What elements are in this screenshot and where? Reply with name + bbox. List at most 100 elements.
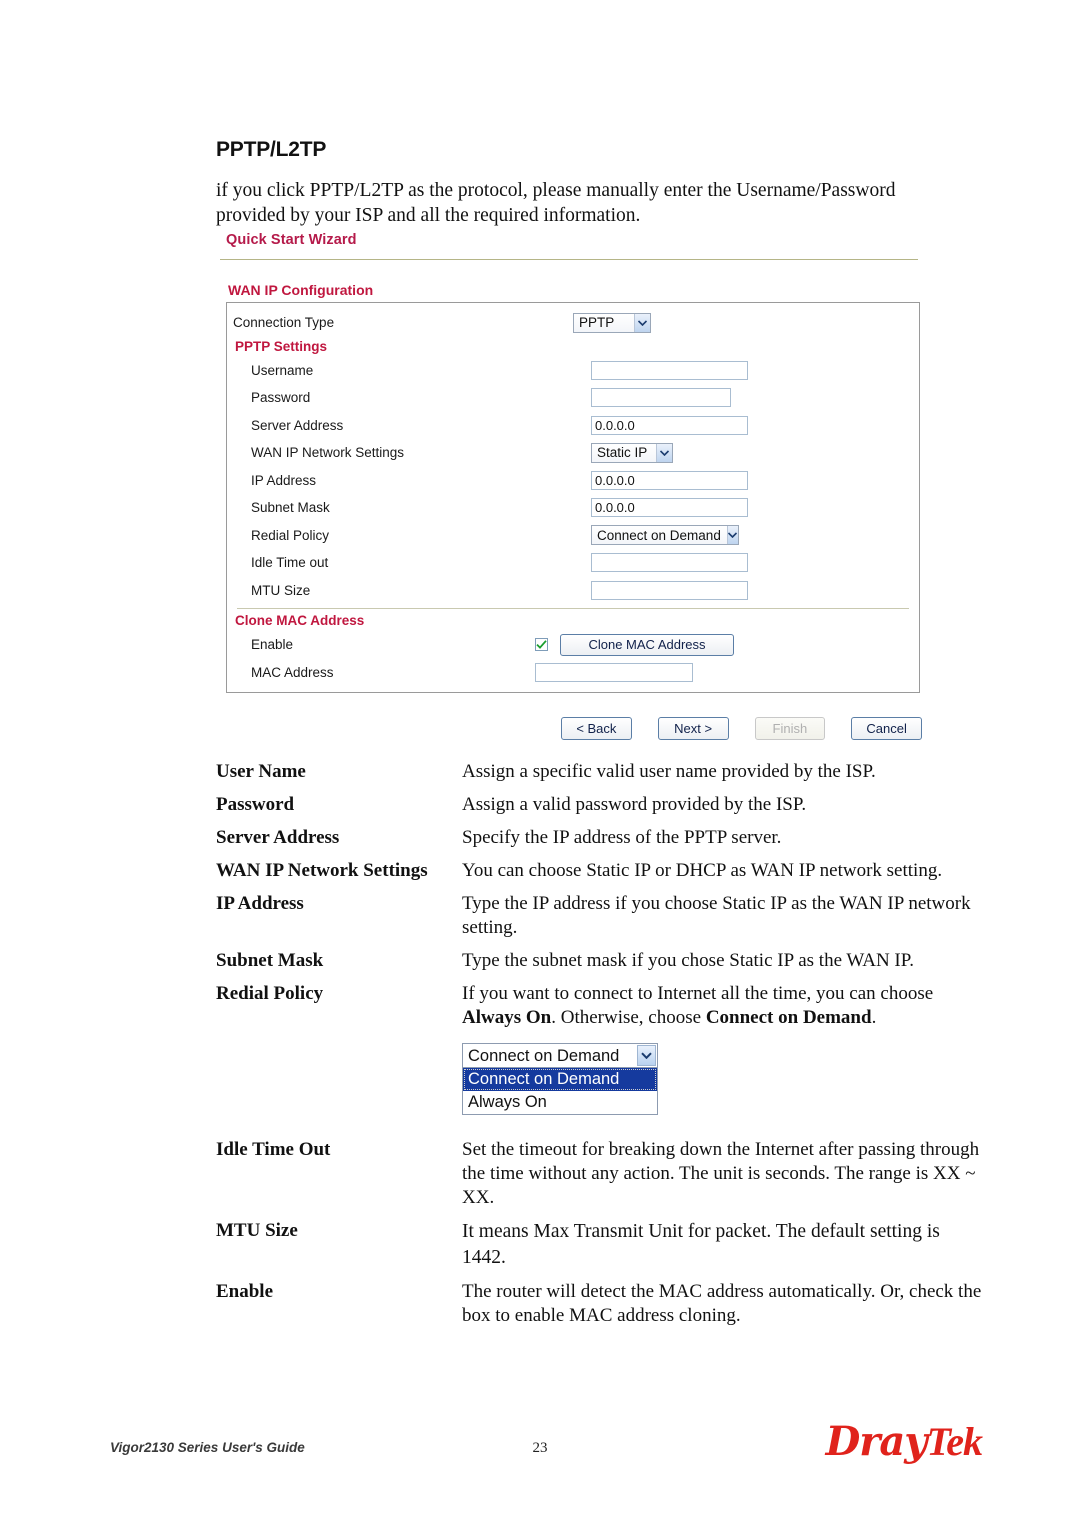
chevron-down-icon bbox=[656, 443, 672, 462]
subnet-mask-input[interactable]: 0.0.0.0 bbox=[591, 498, 748, 518]
definition-desc: Set the timeout for breaking down the In… bbox=[462, 1139, 980, 1208]
chevron-down-icon bbox=[637, 1045, 656, 1066]
clone-mac-enable-checkbox[interactable] bbox=[535, 638, 548, 652]
idle-time-out-label: Idle Time out bbox=[251, 555, 329, 571]
connection-type-label: Connection Type bbox=[233, 315, 335, 331]
redial-desc-part2: . Otherwise, choose bbox=[551, 1007, 706, 1028]
definition-desc-redial: If you want to connect to Internet all t… bbox=[462, 982, 986, 1127]
redial-policy-label: Redial Policy bbox=[251, 527, 330, 543]
page-footer: Vigor2130 Series User's Guide 23 DrayTek bbox=[0, 1418, 1080, 1492]
router-wizard-screenshot: Quick Start Wizard WAN IP Configuration … bbox=[216, 228, 922, 740]
connection-type-select[interactable]: PPTP bbox=[573, 312, 651, 333]
definition-row: WAN IP Network Settings You can choose S… bbox=[216, 859, 986, 883]
logo-dray-text: Dray bbox=[825, 1418, 928, 1465]
mtu-size-label: MTU Size bbox=[251, 582, 311, 598]
field-mtu-size: MTU Size bbox=[227, 577, 919, 605]
server-address-input[interactable]: 0.0.0.0 bbox=[591, 415, 748, 435]
intro-paragraph: if you click PPTP/L2TP as the protocol, … bbox=[216, 180, 896, 226]
definition-desc: Type the subnet mask if you chose Static… bbox=[462, 950, 914, 971]
definition-term: Idle Time Out bbox=[216, 1139, 331, 1160]
definition-term: Password bbox=[216, 794, 295, 815]
dropdown-option-connect-on-demand[interactable]: Connect on Demand bbox=[463, 1068, 657, 1091]
server-address-label: Server Address bbox=[251, 417, 344, 433]
clone-mac-address-heading: Clone MAC Address bbox=[235, 613, 365, 628]
idle-time-out-input[interactable] bbox=[591, 553, 748, 573]
definition-row: IP Address Type the IP address if you ch… bbox=[216, 892, 986, 940]
next-button[interactable]: Next > bbox=[657, 717, 729, 740]
definition-desc: Type the IP address if you choose Static… bbox=[462, 893, 971, 938]
definition-row: User Name Assign a specific valid user n… bbox=[216, 760, 986, 784]
field-mac-address: MAC Address bbox=[227, 659, 919, 687]
document-page: PPTP/L2TP if you click PPTP/L2TP as the … bbox=[0, 0, 1080, 1528]
redial-desc-part3: . bbox=[871, 1007, 877, 1028]
page-title: PPTP/L2TP bbox=[216, 138, 327, 161]
definition-term: User Name bbox=[216, 761, 306, 782]
definition-desc: It means Max Transmit Unit for packet. T… bbox=[462, 1221, 940, 1268]
redial-policy-select[interactable]: Connect on Demand bbox=[591, 525, 739, 546]
clone-mac-address-button[interactable]: Clone MAC Address bbox=[560, 633, 734, 656]
redial-desc-part1: If you want to connect to Internet all t… bbox=[462, 983, 934, 1004]
ip-address-input[interactable]: 0.0.0.0 bbox=[591, 470, 748, 490]
redial-dropdown-closed-box[interactable]: Connect on Demand bbox=[462, 1043, 658, 1068]
password-input[interactable] bbox=[591, 388, 731, 408]
chevron-down-icon bbox=[726, 526, 738, 545]
username-label: Username bbox=[251, 362, 314, 378]
back-button[interactable]: < Back bbox=[561, 717, 632, 740]
definition-desc: Specify the IP address of the PPTP serve… bbox=[462, 827, 782, 848]
pptp-settings-heading: PPTP Settings bbox=[235, 338, 328, 354]
username-input[interactable] bbox=[591, 360, 748, 380]
field-password: Password bbox=[227, 384, 919, 412]
definition-term: Enable bbox=[216, 1281, 274, 1302]
field-subnet-mask: Subnet Mask 0.0.0.0 bbox=[227, 494, 919, 522]
definition-desc: You can choose Static IP or DHCP as WAN … bbox=[462, 860, 943, 881]
field-ip-address: IP Address 0.0.0.0 bbox=[227, 467, 919, 495]
field-wan-ip-network-settings: WAN IP Network Settings Static IP bbox=[227, 439, 919, 467]
definition-term: Redial Policy bbox=[216, 983, 324, 1004]
mac-address-input[interactable] bbox=[535, 662, 693, 682]
wan-ip-configuration-heading: WAN IP Configuration bbox=[228, 282, 374, 298]
subnet-mask-label: Subnet Mask bbox=[251, 500, 330, 516]
chevron-down-icon bbox=[634, 313, 650, 332]
finish-button: Finish bbox=[754, 717, 826, 740]
ip-address-label: IP Address bbox=[251, 472, 317, 488]
wan-ip-configuration-panel: Connection Type PPTP PPTP Settings Usern… bbox=[226, 302, 920, 693]
definition-term: IP Address bbox=[216, 893, 304, 914]
redial-policy-dropdown-illustration: Connect on Demand Connect on Demand Alwa… bbox=[462, 1043, 658, 1115]
definition-desc: Assign a valid password provided by the … bbox=[462, 794, 807, 815]
definition-row: Subnet Mask Type the subnet mask if you … bbox=[216, 949, 986, 973]
definition-term: Subnet Mask bbox=[216, 950, 324, 971]
redial-dropdown-value: Connect on Demand bbox=[468, 1046, 620, 1065]
redial-desc-bold1: Always On bbox=[462, 1007, 552, 1028]
mtu-size-input[interactable] bbox=[591, 580, 748, 600]
wizard-nav-buttons: < Back Next > Finish Cancel bbox=[216, 693, 922, 740]
field-redial-policy: Redial Policy Connect on Demand bbox=[227, 522, 919, 550]
password-label: Password bbox=[251, 390, 311, 406]
field-server-address: Server Address 0.0.0.0 bbox=[227, 412, 919, 440]
wizard-title: Quick Start Wizard bbox=[226, 232, 357, 248]
field-description-list: User Name Assign a specific valid user n… bbox=[216, 760, 986, 1337]
connection-type-value: PPTP bbox=[579, 315, 615, 331]
field-idle-time-out: Idle Time out bbox=[227, 549, 919, 577]
panel-divider bbox=[237, 608, 909, 609]
definition-row: MTU Size It means Max Transmit Unit for … bbox=[216, 1219, 986, 1271]
wan-ip-network-settings-value: Static IP bbox=[597, 445, 648, 461]
field-clone-mac-enable: Enable Clone MAC Address bbox=[227, 631, 919, 659]
definition-term: MTU Size bbox=[216, 1220, 298, 1241]
cancel-button[interactable]: Cancel bbox=[851, 717, 922, 740]
definition-term: WAN IP Network Settings bbox=[216, 860, 428, 881]
logo-tek-text: Tek bbox=[926, 1419, 983, 1464]
redial-dropdown-option-list: Connect on Demand Always On bbox=[462, 1068, 658, 1115]
definition-term: Server Address bbox=[216, 827, 340, 848]
wan-ip-network-settings-select[interactable]: Static IP bbox=[591, 442, 673, 463]
definition-row: Server Address Specify the IP address of… bbox=[216, 826, 986, 850]
field-username: Username bbox=[227, 357, 919, 385]
dropdown-option-always-on[interactable]: Always On bbox=[463, 1091, 657, 1114]
redial-desc-bold2: Connect on Demand bbox=[705, 1007, 872, 1028]
definition-row: Idle Time Out Set the timeout for breaki… bbox=[216, 1138, 986, 1210]
definition-row-redial-policy: Redial Policy If you want to connect to … bbox=[216, 982, 986, 1127]
definition-desc: Assign a specific valid user name provid… bbox=[462, 761, 876, 782]
definition-row: Enable The router will detect the MAC ad… bbox=[216, 1280, 986, 1328]
draytek-logo: DrayTek bbox=[825, 1418, 983, 1465]
definition-desc: The router will detect the MAC address a… bbox=[462, 1281, 982, 1326]
wan-ip-network-settings-label: WAN IP Network Settings bbox=[251, 445, 405, 461]
